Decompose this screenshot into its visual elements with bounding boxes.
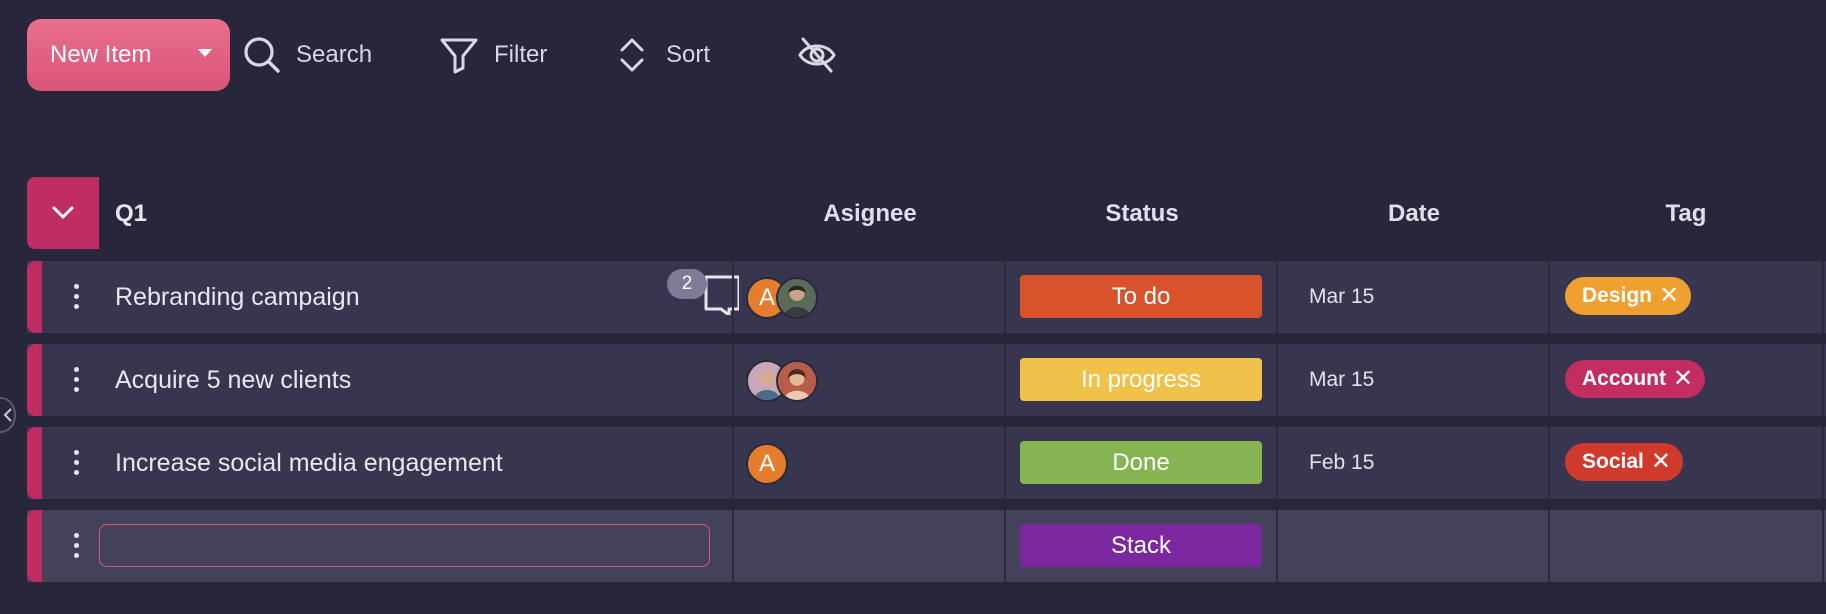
filter-label: Filter (494, 41, 548, 68)
search-button[interactable]: Search (243, 19, 372, 91)
status-badge[interactable]: Done (1020, 441, 1262, 484)
assignee-avatars[interactable] (746, 360, 818, 402)
row-date[interactable]: Mar 15 (1309, 368, 1374, 392)
row-accent (27, 510, 42, 582)
column-divider (732, 261, 734, 333)
group-title: Q1 (115, 200, 148, 227)
eye-off-icon (798, 37, 836, 73)
column-header-status[interactable]: Status (1006, 200, 1278, 228)
column-divider (1822, 427, 1824, 499)
row-menu-icon[interactable] (74, 533, 80, 559)
tag-chip[interactable]: Design ✕ (1565, 277, 1692, 315)
tag-chip[interactable]: Social ✕ (1565, 443, 1683, 481)
row-accent (27, 344, 42, 416)
column-divider (1004, 344, 1006, 416)
side-panel-handle[interactable] (0, 397, 16, 433)
row-accent (27, 261, 42, 333)
column-divider (1004, 510, 1006, 582)
sort-icon (620, 38, 644, 72)
table-row[interactable]: Increase social media engagement A Done … (27, 427, 1826, 499)
toolbar: New Item (27, 19, 230, 91)
new-item-button[interactable]: New Item (27, 19, 230, 91)
filter-icon (440, 38, 478, 74)
new-item-label: New Item (50, 41, 152, 68)
column-divider (1276, 344, 1278, 416)
sort-button[interactable]: Sort (617, 19, 710, 91)
column-divider (1276, 261, 1278, 333)
status-badge[interactable]: In progress (1020, 358, 1262, 401)
new-row[interactable]: Stack (27, 510, 1826, 582)
chevron-down-icon[interactable] (198, 49, 212, 57)
search-label: Search (296, 41, 373, 68)
person-photo-icon (783, 285, 811, 317)
person-photo-icon (778, 362, 816, 400)
hide-fields-button[interactable] (797, 19, 837, 91)
tag-label: Account (1582, 367, 1666, 390)
avatar[interactable]: A (746, 443, 788, 485)
table-row[interactable]: Rebranding campaign 2 A To do Mar 15 Des… (27, 261, 1826, 333)
row-menu-icon[interactable] (74, 367, 80, 393)
column-header-assignee[interactable]: Asignee (734, 200, 1006, 228)
filter-button[interactable]: Filter (439, 19, 547, 91)
column-divider (1548, 261, 1550, 333)
sort-label: Sort (666, 41, 711, 68)
avatar[interactable] (776, 360, 818, 402)
table-row[interactable]: Acquire 5 new clients In progress Mar 15… (27, 344, 1826, 416)
column-divider (1276, 427, 1278, 499)
tag-label: Social (1582, 450, 1644, 473)
tag-chip[interactable]: Account ✕ (1565, 360, 1706, 398)
column-divider (1822, 344, 1824, 416)
row-accent (27, 427, 42, 499)
assignee-avatars[interactable]: A (746, 277, 818, 319)
column-divider (1276, 510, 1278, 582)
column-divider (1822, 510, 1824, 582)
chevron-left-icon (3, 408, 12, 422)
column-divider (1548, 344, 1550, 416)
avatar[interactable] (776, 277, 818, 319)
group-collapse-button[interactable] (27, 177, 99, 249)
column-divider (1548, 427, 1550, 499)
column-divider (732, 344, 734, 416)
chevron-down-icon (52, 206, 74, 219)
column-divider (1004, 427, 1006, 499)
row-title[interactable]: Acquire 5 new clients (115, 366, 351, 395)
search-icon (244, 37, 280, 73)
status-badge[interactable]: To do (1020, 275, 1262, 318)
column-header-date[interactable]: Date (1278, 200, 1550, 228)
row-menu-icon[interactable] (74, 284, 80, 310)
status-badge[interactable]: Stack (1020, 524, 1262, 567)
new-item-title-input[interactable] (99, 524, 710, 567)
row-date[interactable]: Mar 15 (1309, 285, 1374, 309)
row-title[interactable]: Rebranding campaign (115, 283, 360, 312)
column-divider (1822, 261, 1824, 333)
column-divider (1004, 261, 1006, 333)
column-divider (732, 427, 734, 499)
tag-label: Design (1582, 284, 1653, 307)
comment-count-badge: 2 (667, 269, 707, 299)
remove-tag-icon[interactable]: ✕ (1651, 450, 1671, 474)
comments-button[interactable]: 2 (667, 263, 739, 315)
row-menu-icon[interactable] (74, 450, 80, 476)
row-date[interactable]: Feb 15 (1309, 451, 1374, 475)
column-header-tag[interactable]: Tag (1550, 200, 1822, 228)
row-title[interactable]: Increase social media engagement (115, 449, 503, 478)
remove-tag-icon[interactable]: ✕ (1673, 367, 1693, 391)
column-divider (732, 510, 734, 582)
column-divider (1548, 510, 1550, 582)
assignee-avatars[interactable]: A (746, 443, 788, 485)
remove-tag-icon[interactable]: ✕ (1659, 284, 1679, 308)
